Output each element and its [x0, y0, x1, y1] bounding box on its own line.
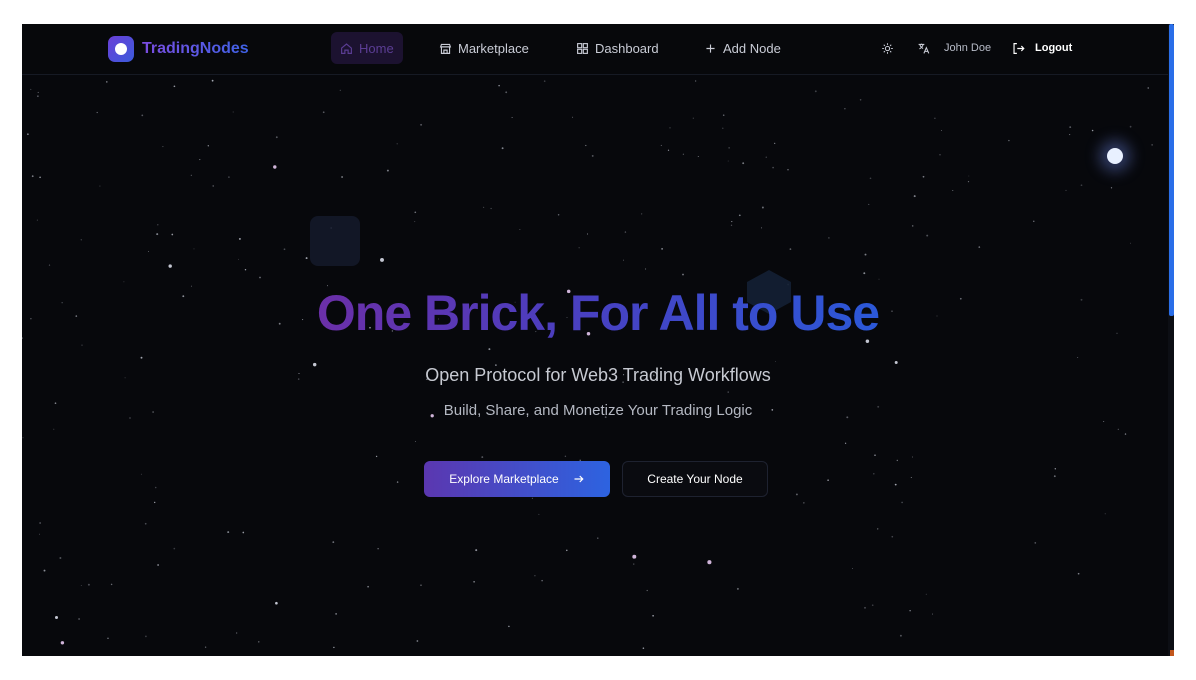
create-node-label: Create Your Node — [647, 472, 743, 486]
logout-icon — [1012, 42, 1025, 54]
nav-home[interactable]: Home — [331, 32, 403, 64]
logout-icon-wrap — [1011, 39, 1025, 57]
hero-title-text: One Brick, For All to Use — [316, 285, 880, 341]
user-name[interactable]: John Doe — [944, 32, 991, 64]
brand-logo — [108, 36, 134, 62]
decorative-square — [310, 216, 360, 266]
plus-icon — [706, 43, 715, 53]
hero-title: One Brick, For All to Use — [22, 284, 1174, 342]
language-toggle[interactable] — [914, 39, 932, 57]
glowing-star — [1107, 148, 1123, 164]
brand[interactable]: TradingNodes — [108, 36, 249, 62]
create-node-button[interactable]: Create Your Node — [622, 461, 768, 497]
nav-marketplace[interactable]: Marketplace — [430, 32, 538, 64]
hero-subtitle: Open Protocol for Web3 Trading Workflows — [425, 365, 771, 385]
nav-add-node-label: Add Node — [723, 40, 781, 56]
explore-marketplace-label: Explore Marketplace — [449, 472, 559, 486]
user-name-label: John Doe — [944, 42, 992, 54]
brand-name: TradingNodes — [142, 40, 249, 57]
store-icon — [439, 43, 452, 54]
top-navbar: TradingNodes Home Marketplace Dashboard … — [22, 24, 1174, 75]
nav-dashboard[interactable]: Dashboard — [567, 32, 668, 64]
translate-icon — [918, 43, 929, 54]
scrollbar-corner — [1170, 650, 1174, 656]
logout-button[interactable]: Logout — [1011, 32, 1072, 64]
nav-dashboard-label: Dashboard — [595, 40, 659, 56]
explore-marketplace-button[interactable]: Explore Marketplace — [424, 461, 610, 497]
arrow-right-icon — [574, 475, 584, 483]
theme-toggle[interactable] — [878, 39, 896, 57]
sun-icon — [881, 42, 893, 54]
nav-home-label: Home — [359, 40, 394, 56]
app-window: TradingNodes Home Marketplace Dashboard … — [22, 24, 1174, 656]
scrollbar-thumb[interactable] — [1169, 24, 1174, 316]
nav-add-node[interactable]: Add Node — [695, 32, 790, 64]
nav-marketplace-label: Marketplace — [458, 40, 529, 56]
logout-label: Logout — [1035, 42, 1073, 54]
home-icon — [341, 42, 352, 54]
hero-tagline: Build, Share, and Monetize Your Trading … — [443, 402, 753, 419]
grid-icon — [577, 42, 588, 54]
